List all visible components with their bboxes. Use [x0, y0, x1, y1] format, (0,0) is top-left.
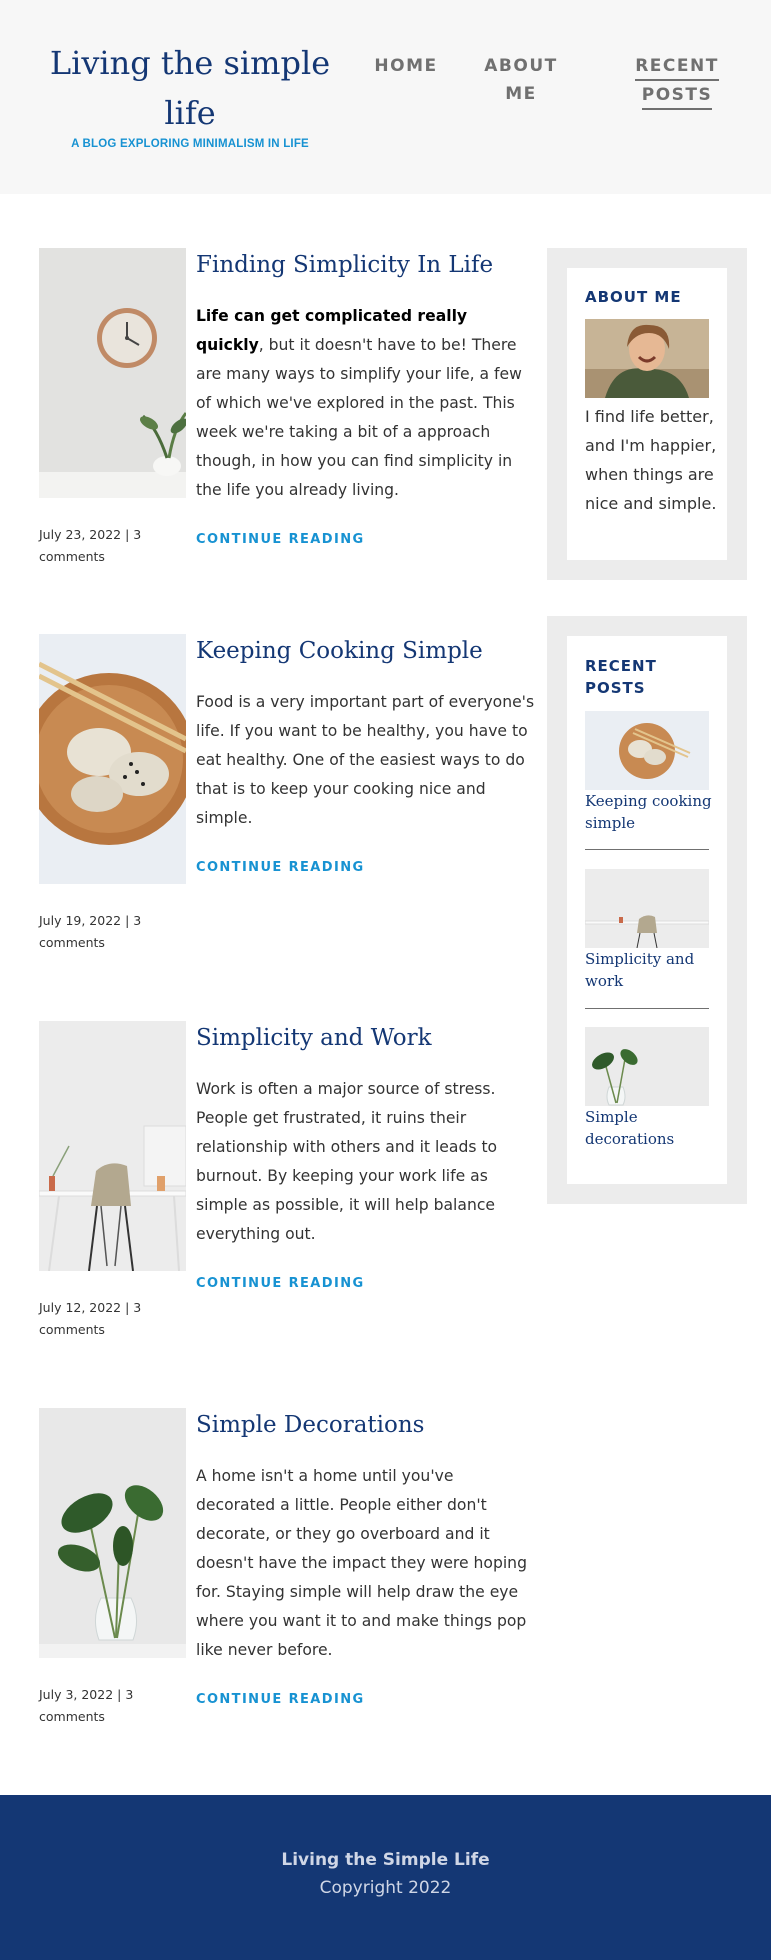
post-date: July 12, 2022 | 3: [39, 1300, 142, 1315]
site-subtitle: A BLOG EXPLORING MINIMALISM IN LIFE: [71, 138, 309, 150]
post-comments[interactable]: comments: [39, 932, 179, 954]
continue-reading-link[interactable]: CONTINUE READING: [196, 1276, 365, 1291]
post-image-clock[interactable]: [39, 248, 186, 498]
post-excerpt: A home isn't a home until you've decorat…: [196, 1467, 527, 1659]
desk-chair-icon: [39, 1021, 186, 1271]
site-title[interactable]: Living the simple life: [40, 38, 340, 138]
desk-chair-thumb-icon: [585, 869, 709, 948]
about-me-text: I find life better, and I'm happier, whe…: [585, 407, 717, 513]
post-meta: July 19, 2022 | 3 comments: [39, 910, 179, 954]
plant-vase-icon: [39, 1408, 186, 1658]
site-title-line2: life: [164, 94, 216, 132]
post-title[interactable]: Keeping Cooking Simple: [196, 634, 536, 668]
site-title-line1: Living the simple: [49, 44, 331, 82]
post-image-plant-vase[interactable]: [39, 1408, 186, 1658]
recent-post-label-line1: Simplicity and: [585, 950, 695, 968]
post-card: Finding Simplicity In Life Life can get …: [39, 248, 529, 578]
about-me-card: ABOUT ME I find life better, and I'm hap…: [567, 268, 727, 560]
post-meta: July 23, 2022 | 3 comments: [39, 524, 179, 568]
nav-recent-line2: POSTS: [641, 82, 713, 110]
recent-post-divider: [585, 1008, 709, 1009]
recent-posts-title: RECENT POSTS: [585, 655, 657, 699]
post-meta: July 12, 2022 | 3 comments: [39, 1297, 179, 1341]
nav-about-line2: ME: [505, 84, 537, 104]
dumplings-icon: [39, 634, 186, 884]
post-date: July 19, 2022 | 3: [39, 913, 142, 928]
post-image-dumplings[interactable]: [39, 634, 186, 884]
recent-post-label-line2: work: [585, 972, 624, 990]
footer-title: Living the Simple Life: [281, 1850, 490, 1870]
recent-posts-widget: RECENT POSTS Keeping cooking simple Simp…: [547, 616, 747, 1204]
post-comments[interactable]: comments: [39, 1319, 179, 1341]
post-card: Simple Decorations A home isn't a home u…: [39, 1408, 529, 1738]
recent-posts-title-line1: RECENT: [585, 657, 657, 675]
post-title[interactable]: Finding Simplicity In Life: [196, 248, 536, 282]
post-comments[interactable]: comments: [39, 1706, 179, 1728]
footer-copyright: Copyright 2022: [319, 1878, 452, 1898]
post-excerpt: Work is often a major source of stress. …: [196, 1080, 498, 1243]
clock-icon: [39, 248, 186, 498]
recent-post-thumb[interactable]: [585, 1027, 709, 1106]
recent-post-link[interactable]: Simplicity and work: [585, 948, 715, 992]
about-me-title: ABOUT ME: [585, 288, 682, 306]
recent-post-link[interactable]: Keeping cooking simple: [585, 790, 715, 834]
post-date: July 3, 2022 | 3: [39, 1687, 134, 1702]
person-avatar-icon: [585, 319, 709, 398]
about-me-widget: ABOUT ME I find life better, and I'm hap…: [547, 248, 747, 580]
recent-post-divider: [585, 849, 709, 850]
post-title[interactable]: Simplicity and Work: [196, 1021, 536, 1055]
dumplings-thumb-icon: [585, 711, 709, 790]
post-date: July 23, 2022 | 3: [39, 527, 142, 542]
recent-post-label-line2: simple: [585, 814, 635, 832]
recent-post-link[interactable]: Simple decorations: [585, 1106, 715, 1150]
nav-recent-line1: RECENT: [635, 53, 719, 81]
nav-home[interactable]: HOME: [360, 52, 452, 80]
recent-posts-title-line2: POSTS: [585, 679, 646, 697]
site-footer: Living the Simple Life Copyright 2022: [0, 1795, 771, 1960]
nav-recent-posts[interactable]: RECENT POSTS: [620, 52, 734, 110]
plant-vase-thumb-icon: [585, 1027, 709, 1106]
post-title[interactable]: Simple Decorations: [196, 1408, 536, 1442]
continue-reading-link[interactable]: CONTINUE READING: [196, 860, 365, 875]
recent-post-thumb[interactable]: [585, 711, 709, 790]
recent-posts-card: RECENT POSTS Keeping cooking simple Simp…: [567, 636, 727, 1184]
post-excerpt: Life can get complicated really quickly,…: [196, 302, 536, 505]
recent-post-label-line1: Simple: [585, 1108, 638, 1126]
about-me-photo: [585, 319, 709, 398]
recent-post-label-line1: Keeping cooking: [585, 792, 712, 810]
post-excerpt: Food is a very important part of everyon…: [196, 693, 535, 827]
post-meta: July 3, 2022 | 3 comments: [39, 1684, 179, 1728]
nav-about-me[interactable]: ABOUT ME: [475, 52, 567, 108]
continue-reading-link[interactable]: CONTINUE READING: [196, 532, 365, 547]
post-card: Simplicity and Work Work is often a majo…: [39, 1021, 529, 1351]
continue-reading-link[interactable]: CONTINUE READING: [196, 1692, 365, 1707]
site-header: Living the simple life A BLOG EXPLORING …: [0, 0, 771, 194]
recent-post-label-line2: decorations: [585, 1130, 675, 1148]
post-image-desk-chair[interactable]: [39, 1021, 186, 1271]
recent-post-thumb[interactable]: [585, 869, 709, 948]
post-comments[interactable]: comments: [39, 546, 179, 568]
post-card: Keeping Cooking Simple Food is a very im…: [39, 634, 534, 964]
nav-about-line1: ABOUT: [484, 56, 558, 76]
post-excerpt-text: , but it doesn't have to be! There are m…: [196, 336, 522, 499]
